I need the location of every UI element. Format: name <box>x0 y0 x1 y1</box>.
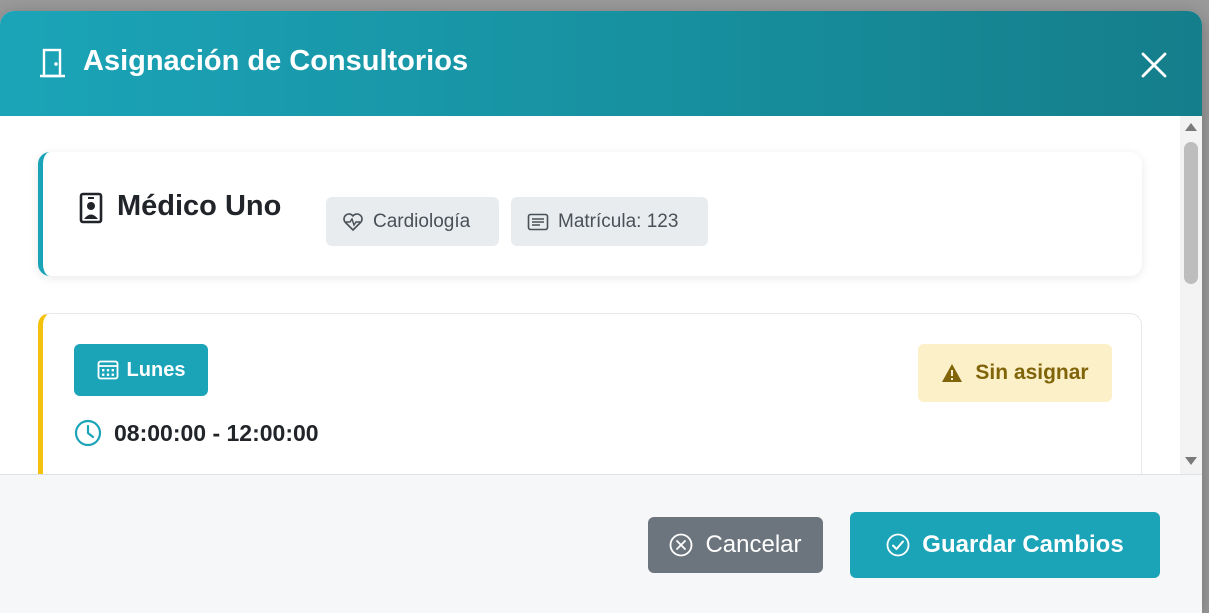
x-circle-icon <box>670 533 693 557</box>
close-button[interactable] <box>1136 47 1172 83</box>
cancel-label: Cancelar <box>705 531 802 558</box>
card-text-icon <box>527 213 549 230</box>
license-label: Matrícula: 123 <box>558 210 679 232</box>
warning-triangle-icon <box>942 364 963 382</box>
status-label: Sin asignar <box>975 361 1089 384</box>
scroll-up-icon[interactable] <box>1184 122 1198 132</box>
door-icon <box>38 47 68 79</box>
save-button[interactable]: Guardar Cambios <box>850 512 1160 578</box>
doctor-card: Médico Uno Cardiología Matrícula: 123 <box>38 152 1142 276</box>
specialty-label: Cardiología <box>373 210 471 232</box>
backdrop-edge <box>1202 0 1209 613</box>
time-row: 08:00:00 - 12:00:00 <box>74 419 319 447</box>
scrollbar-thumb[interactable] <box>1184 142 1198 284</box>
vertical-scrollbar[interactable] <box>1180 116 1202 474</box>
modal-header: Asignación de Consultorios <box>0 11 1202 116</box>
schedule-card: Lunes Sin asignar 08:00:00 - 12:00:00 <box>38 313 1142 474</box>
modal-title: Asignación de Consultorios <box>83 45 469 77</box>
time-range: 08:00:00 - 12:00:00 <box>114 419 319 446</box>
doctor-name: Médico Uno <box>117 190 282 222</box>
day-badge: Lunes <box>74 344 208 396</box>
close-icon <box>1141 52 1167 78</box>
scroll-down-icon[interactable] <box>1184 456 1198 466</box>
cancel-button[interactable]: Cancelar <box>648 517 823 573</box>
day-label: Lunes <box>126 358 186 381</box>
status-badge: Sin asignar <box>918 344 1112 402</box>
clock-icon <box>74 419 102 447</box>
save-label: Guardar Cambios <box>922 531 1124 558</box>
modal-body[interactable]: Médico Uno Cardiología Matrícula: 123 Lu… <box>0 116 1202 474</box>
modal-footer: Cancelar Guardar Cambios <box>0 474 1202 613</box>
license-chip: Matrícula: 123 <box>511 197 708 246</box>
badge-icon <box>79 192 103 224</box>
check-circle-icon <box>886 533 910 557</box>
specialty-chip: Cardiología <box>326 197 499 246</box>
calendar-icon <box>97 360 118 380</box>
assignment-modal: Asignación de Consultorios Médico Uno Ca… <box>0 11 1202 613</box>
heart-pulse-icon <box>343 212 363 231</box>
